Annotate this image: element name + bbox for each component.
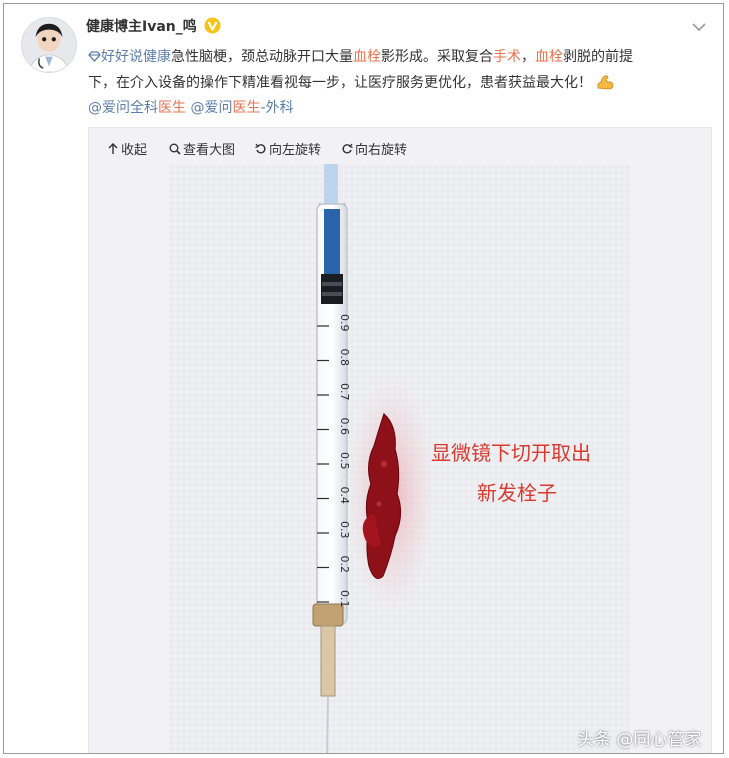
mention-keyword: 医生 — [232, 100, 261, 116]
media-toolbar: 收起 查看大图 向左旋转 向右旋转 — [89, 128, 711, 168]
collapse-label: 收起 — [121, 143, 148, 158]
topic-diamond-icon — [88, 51, 101, 62]
rotate-left-label: 向左旋转 — [269, 143, 322, 158]
search-icon — [169, 143, 181, 155]
scale-label: 0.1 — [338, 590, 351, 608]
watermark-text: 头条 @同心管家 — [577, 730, 702, 750]
scale-label: 0.6 — [338, 418, 351, 436]
text-segment: 急性脑梗，颈总动脉开口大量 — [171, 49, 353, 65]
photo-caption-line1: 显微镜下切开取出 — [431, 441, 591, 465]
view-large-button[interactable]: 查看大图 — [169, 139, 235, 158]
text-segment: 剥脱的前提 — [563, 49, 633, 65]
mention-link[interactable]: @爱问全科医生 — [88, 100, 186, 116]
text-segment: 影形成。采取复合 — [381, 49, 493, 65]
rotate-right-icon — [342, 143, 353, 154]
weibo-post-card: 健康博主Ivan_鸣 好好说健康急性脑梗，颈总动脉开口大量血栓影形成。采取复合手… — [3, 3, 724, 754]
topic-label: 好好说健康 — [101, 49, 171, 65]
verified-v-badge-icon — [204, 17, 221, 34]
scale-label: 0.8 — [338, 349, 351, 367]
scale-label: 0.2 — [338, 556, 351, 574]
scale-label: 0.7 — [338, 383, 351, 401]
rotate-left-icon — [255, 143, 266, 154]
post-photo[interactable]: 0.9 0.8 0.7 0.6 0.5 0.4 0.3 0.2 0.1 显微镜下切开取出 新发栓… — [169, 164, 630, 753]
view-large-label: 查看大图 — [183, 143, 236, 158]
mention-text: @爱问全科 — [88, 100, 158, 116]
mention-link[interactable]: @爱问医生-外科 — [190, 100, 293, 116]
mention-keyword: 医生 — [158, 100, 186, 116]
photo-caption-line2: 新发栓子 — [477, 481, 557, 505]
chevron-down-icon[interactable] — [692, 22, 706, 32]
keyword-link[interactable]: 手术 — [493, 49, 521, 65]
text-segment: 下，在介入设备的操作下精准看视每一步，让医疗服务更优化，患者获益最大化！ — [88, 75, 592, 91]
user-avatar[interactable] — [21, 17, 77, 73]
arrow-up-icon — [108, 142, 118, 154]
post-username[interactable]: 健康博主Ivan_鸣 — [86, 16, 197, 36]
keyword-link[interactable]: 血栓 — [535, 49, 563, 65]
post-body-text: 好好说健康急性脑梗，颈总动脉开口大量血栓影形成。采取复合手术，血栓剥脱的前提 下，… — [88, 44, 688, 96]
rotate-left-button[interactable]: 向左旋转 — [255, 139, 321, 158]
scale-label: 0.9 — [338, 314, 351, 332]
topic-link[interactable]: 好好说健康 — [88, 49, 171, 65]
mention-text: -外科 — [260, 100, 294, 116]
text-segment: ， — [521, 49, 535, 65]
rotate-right-button[interactable]: 向右旋转 — [341, 139, 407, 158]
collapse-button[interactable]: 收起 — [107, 139, 147, 158]
mention-links: @爱问全科医生 @爱问医生-外科 — [88, 97, 294, 119]
keyword-link[interactable]: 血栓 — [353, 49, 381, 65]
strong-arm-emoji-icon — [597, 75, 614, 90]
mention-text: @爱问 — [190, 100, 233, 116]
rotate-right-label: 向右旋转 — [355, 143, 408, 158]
